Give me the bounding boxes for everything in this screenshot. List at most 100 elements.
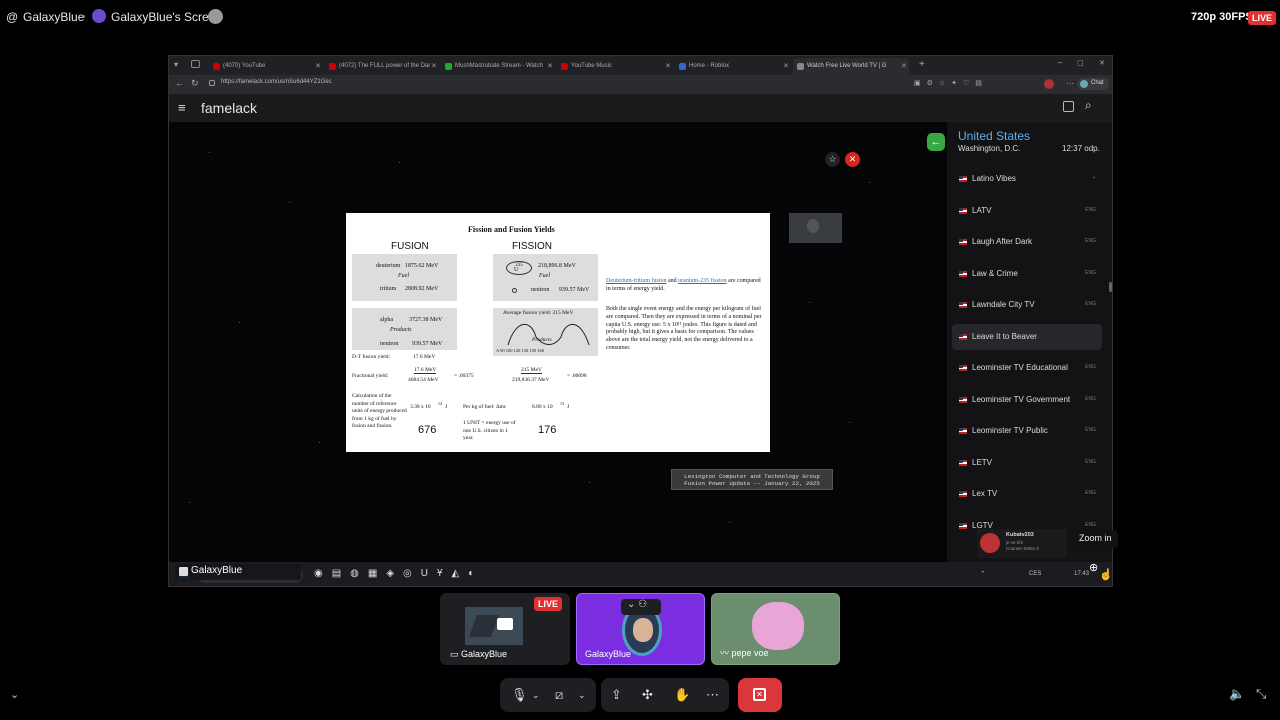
dt-fusion-link[interactable]: Deuterium-tritium fusion [606,278,667,284]
maximize-icon[interactable]: ▢ [1077,59,1084,67]
channel-name: LETV [972,458,993,467]
leave-call-button[interactable]: ✕ [738,678,782,712]
comparison-paragraph: Deuterium-tritium fusion and uranium-235… [606,277,766,293]
share-screen-icon[interactable]: ⇪ [611,687,622,703]
notification-line1: je ve hře [1006,540,1024,545]
channel-name: Lawndale City TV [972,300,1035,309]
site-info-icon[interactable] [209,80,215,86]
soundboard-icon[interactable]: ✋ [674,687,690,703]
camera-options-chevron[interactable]: ⌄ [578,690,586,701]
activities-icon[interactable]: ✣ [642,687,653,703]
language-tag: ENG [1085,238,1096,244]
us-flag-icon [959,365,967,371]
browser-tab[interactable]: Home - Roblox ✕ [675,58,791,75]
minimize-icon[interactable]: – [1058,58,1062,67]
channel-item[interactable]: Leominster TV Public ENG [952,418,1102,444]
channel-item[interactable]: Laugh After Dark ENG [952,229,1102,255]
app-logo[interactable]: famelack [201,100,257,116]
more-options-icon[interactable]: ⋯ [706,687,719,703]
fission-fuel-label: Fuel [539,273,550,279]
browser-tab[interactable]: (4070) YouTube ✕ [209,58,323,75]
us-flag-icon [959,428,967,434]
server-icon: @ [6,10,19,24]
taskbar-app-icons[interactable]: ◉▤◍▦◈◎UҰ◭◐ [314,568,483,579]
caption-line-2: Fusion Power Update -- January 22, 2025 [684,480,820,487]
toolbar-icons[interactable]: ▣⚙☆✦♡▤ [914,79,988,87]
video-player[interactable]: ☆ ✕ Fission and Fusion Yields FUSION FIS… [169,122,947,562]
participant-tile-avatar[interactable]: 〰 pepe voe [711,593,840,665]
tab-menu-icon[interactable]: ▾ [174,60,178,69]
channel-item[interactable]: LATV ENG [952,198,1102,224]
channel-item[interactable]: LETV ENG [952,450,1102,476]
channel-item[interactable]: Lawndale City TV ENG [952,292,1102,318]
u235-fission-link[interactable]: uranium-235 fission [678,278,727,284]
browser-tab[interactable]: (4072) The FULL power of the Dar ✕ [325,58,439,75]
url-field[interactable]: https://famelack.com/us/nSu6d44YZ1Gec [221,79,332,85]
fusion-exponent: 14 [438,401,442,406]
tab-actions-icon[interactable] [191,60,200,68]
picture-in-picture-icon[interactable] [1063,101,1074,112]
tab-title: MushMastrubate Stream - Watch [455,63,543,69]
monitor-icon [497,618,513,630]
close-tab-icon[interactable]: ✕ [783,62,789,70]
more-icon[interactable]: ⋯ [1066,79,1074,88]
country-name: United States [958,129,1031,143]
chat-button[interactable]: Chat [1077,78,1109,90]
language-indicator[interactable]: CES [1029,571,1041,577]
tray-chevron-icon[interactable]: ⌃ [980,570,986,578]
close-tab-icon[interactable]: ✕ [315,62,321,70]
browser-tab[interactable]: MushMastrubate Stream - Watch ✕ [441,58,555,75]
hamburger-menu-icon[interactable]: ≡ [178,100,186,115]
tab-title: YouTube Music [571,63,612,69]
search-icon[interactable]: ⌕ [1085,98,1092,113]
favorite-star-icon[interactable]: ☆ [825,152,840,167]
channel-item[interactable]: Latino Vibes ◐ [952,166,1102,192]
close-tab-icon[interactable]: ✕ [665,62,671,70]
new-tab-icon[interactable]: + [919,59,925,70]
deuterium-value: 1875.62 MeV [405,263,439,269]
fullscreen-icon[interactable]: ⤡ [1256,686,1266,702]
channel-item-hovered[interactable]: Leave It to Beaver [952,324,1102,350]
close-tab-icon[interactable]: ✕ [431,62,437,70]
channel-name: Leominster TV Government [972,395,1071,404]
tile-options[interactable]: ⌄ ⚇ [621,599,661,615]
profile-avatar[interactable] [1044,79,1054,89]
close-window-icon[interactable]: ✕ [1099,59,1105,67]
server-name[interactable]: GalaxyBlue [23,10,84,24]
activity-notification[interactable]: Kubatv203 je ve hře Counter-Strike 2 [977,529,1067,558]
camera-off-icon[interactable]: ⧄ [555,687,563,703]
channel-item[interactable]: Law & Crime ENG [952,261,1102,287]
shared-screen[interactable]: ▾ (4070) YouTube ✕ (4072) The FULL power … [168,55,1113,587]
browser-tab[interactable]: YouTube Music ✕ [557,58,673,75]
viewer-avatar[interactable] [208,9,223,24]
frac-fission-denominator: 219,836.37 MeV [512,377,550,383]
close-player-icon[interactable]: ✕ [845,152,860,167]
language-tag: ENG [1085,270,1096,276]
browser-tab-active[interactable]: Watch Free Live World TV | G ✕ [793,58,909,75]
zoom-in-icon[interactable]: ⊕ [1089,561,1098,574]
calc-label: Calculation of the number of reference u… [352,393,407,429]
taskbar-clock[interactable]: 17:43 [1074,571,1089,577]
volume-icon[interactable]: 🔈 [1229,686,1245,702]
back-icon[interactable]: ← [175,78,184,88]
participant-name: pepe voe [731,648,769,658]
microphone-icon[interactable]: 🎙 [511,687,528,703]
fission-exponent: 13 [560,401,564,406]
stream-thumbnail [465,607,523,645]
language-tag: ENG [1085,427,1096,433]
channel-item[interactable]: Leominster TV Educational ENG [952,355,1102,381]
channel-item[interactable]: Lex TV ENG [952,481,1102,507]
collapse-chevron-icon[interactable]: ⌄ [10,688,19,701]
channel-name: Latino Vibes [972,174,1016,183]
participant-tile-stream[interactable]: LIVE ▭ GalaxyBlue [440,593,570,665]
fusion-energy: 3.38 x 10 [410,404,431,410]
close-tab-icon[interactable]: ✕ [901,62,907,70]
sidebar-scrollbar[interactable] [1109,282,1112,292]
us-flag-icon [959,239,967,245]
close-tab-icon[interactable]: ✕ [547,62,553,70]
collapse-sidebar-icon[interactable]: ← [927,133,945,151]
channel-item[interactable]: Leominster TV Government ENG [952,387,1102,413]
mic-options-chevron[interactable]: ⌄ [532,690,540,701]
reload-icon[interactable]: ↻ [191,78,199,89]
participant-tile-camera[interactable]: ⌄ ⚇ GalaxyBlue [576,593,705,665]
